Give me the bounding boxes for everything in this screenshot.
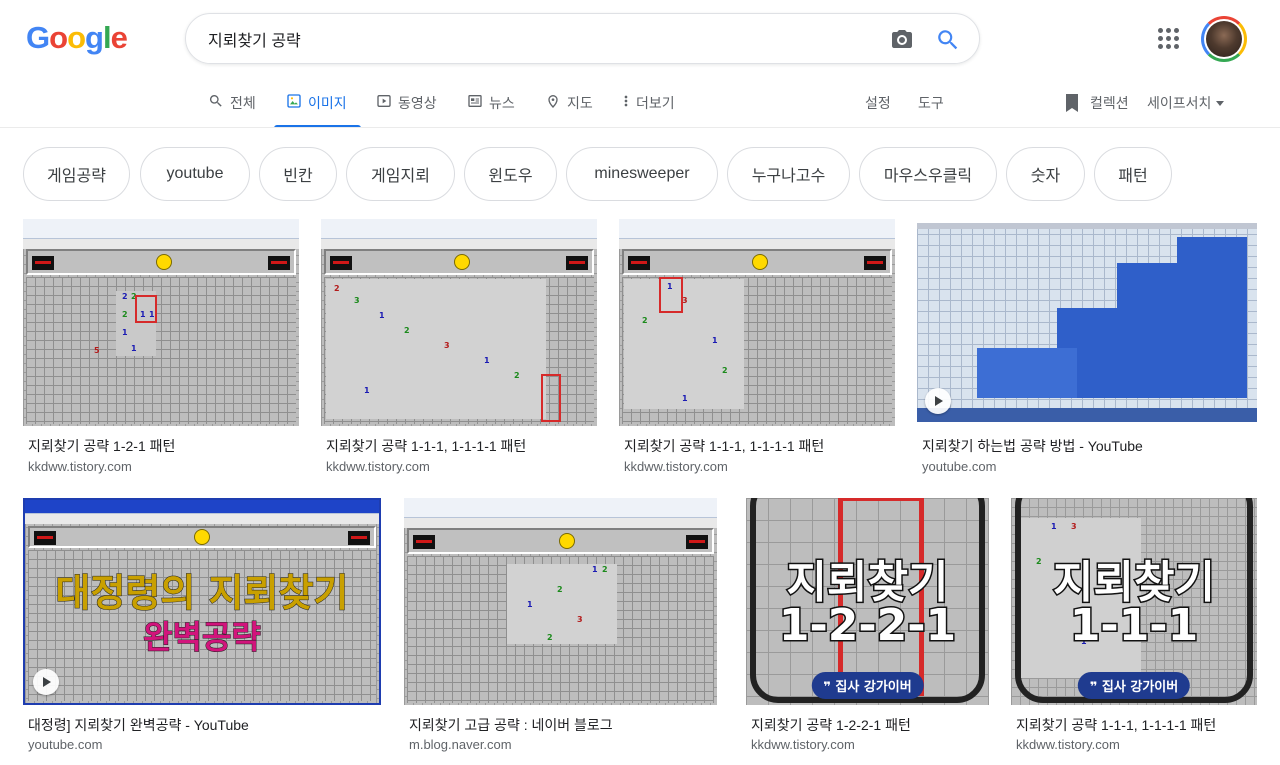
logo-letter: o — [49, 20, 68, 55]
chip[interactable]: 누구나고수 — [727, 147, 850, 201]
chip[interactable]: 숫자 — [1006, 147, 1085, 201]
image-result[interactable]: 12 21 32 지뢰찾기 고급 공략 : 네이버 블로그 m.blog.nav… — [404, 498, 717, 758]
chip[interactable]: 빈칸 — [259, 147, 337, 201]
logo-letter: o — [67, 20, 86, 55]
play-icon — [33, 669, 59, 695]
image-result[interactable]: 대정령의 지뢰찾기 완벽공략 대정령] 지뢰찾기 완벽공략 - YouTube … — [23, 498, 381, 758]
video-icon — [377, 95, 391, 107]
logo-letter: e — [110, 20, 128, 55]
result-title[interactable]: 지뢰찾기 공략 1-2-1 패턴 — [28, 436, 175, 456]
image-icon — [287, 94, 301, 108]
result-title[interactable]: 지뢰찾기 공략 1-2-2-1 패턴 — [751, 715, 911, 735]
camera-icon[interactable] — [889, 27, 915, 51]
settings-link[interactable]: 설정 — [865, 93, 891, 113]
result-source: youtube.com — [28, 737, 103, 752]
play-icon — [925, 388, 951, 414]
search-input[interactable] — [208, 28, 868, 50]
caret-down-icon — [1216, 101, 1225, 106]
chip[interactable]: 패턴 — [1094, 147, 1172, 201]
logo-letter: G — [26, 20, 50, 55]
image-result[interactable]: 지뢰찾기 1-2-2-1 ❞ 집사 강가이버 지뢰찾기 공략 1-2-2-1 패… — [746, 498, 989, 758]
header-divider — [0, 127, 1280, 128]
chip[interactable]: youtube — [140, 147, 250, 201]
safesearch-dropdown[interactable]: 세이프서치 — [1147, 93, 1225, 113]
result-source: kkdww.tistory.com — [751, 737, 855, 752]
google-logo[interactable]: Google — [26, 20, 128, 56]
result-title[interactable]: 지뢰찾기 하는법 공략 방법 - YouTube — [922, 436, 1143, 456]
result-thumbnail[interactable]: 23 12 31 21 — [321, 219, 597, 426]
logo-letter: g — [85, 20, 104, 55]
map-pin-icon — [548, 95, 558, 108]
tab-label: 더보기 — [636, 95, 675, 111]
search-box — [185, 13, 980, 64]
result-thumbnail[interactable]: 13 21 21 — [619, 219, 895, 426]
thumbnail-caption: 1-2-2-1 — [777, 599, 957, 653]
tools-link[interactable]: 도구 — [918, 93, 944, 113]
collections-label: 컬렉션 — [1090, 95, 1129, 111]
tab-maps[interactable]: 지도 — [545, 86, 593, 128]
tab-label: 지도 — [567, 95, 593, 111]
logo-letter: l — [102, 20, 112, 55]
result-source: kkdww.tistory.com — [326, 459, 430, 474]
search-icon — [209, 95, 222, 107]
tab-label: 동영상 — [398, 95, 437, 111]
result-source: kkdww.tistory.com — [28, 459, 132, 474]
result-source: m.blog.naver.com — [409, 737, 512, 752]
tab-label: 뉴스 — [489, 95, 515, 111]
tab-all[interactable]: 전체 — [208, 86, 256, 128]
image-result[interactable]: 23 12 31 21 지뢰찾기 공략 1-1-1, 1-1-1-1 패턴 kk… — [321, 219, 597, 474]
collections-link[interactable]: 컬렉션 — [1064, 93, 1129, 113]
image-result[interactable]: 지뢰찾기 하는법 공략 방법 - YouTube youtube.com — [917, 223, 1257, 474]
result-thumbnail[interactable] — [917, 223, 1257, 422]
chip[interactable]: minesweeper — [566, 147, 718, 201]
thumbnail-caption: 대정령의 지뢰찾기 — [55, 571, 349, 616]
result-title[interactable]: 지뢰찾기 고급 공략 : 네이버 블로그 — [409, 715, 613, 735]
tab-label: 전체 — [230, 95, 256, 111]
news-icon — [468, 95, 482, 107]
result-thumbnail[interactable]: 22 21 11 15 — [23, 219, 299, 426]
result-thumbnail[interactable]: 대정령의 지뢰찾기 완벽공략 — [23, 498, 381, 705]
bookmark-icon — [1066, 94, 1078, 112]
result-title[interactable]: 지뢰찾기 공략 1-1-1, 1-1-1-1 패턴 — [624, 436, 824, 456]
chip[interactable]: 윈도우 — [464, 147, 557, 201]
apps-grid-icon[interactable] — [1158, 28, 1180, 50]
tab-more[interactable]: 더보기 — [622, 86, 675, 128]
brand-pill: ❞ 집사 강가이버 — [811, 672, 924, 699]
chip[interactable]: 게임공략 — [23, 147, 130, 201]
result-thumbnail[interactable]: 지뢰찾기 1-2-2-1 ❞ 집사 강가이버 — [746, 498, 989, 705]
thumbnail-caption: 완벽공략 — [143, 618, 262, 657]
result-source: youtube.com — [922, 459, 997, 474]
avatar[interactable] — [1201, 16, 1247, 62]
brand-pill: ❞ 집사 강가이버 — [1077, 672, 1191, 699]
tab-videos[interactable]: 동영상 — [376, 86, 437, 128]
safesearch-label: 세이프서치 — [1147, 95, 1212, 111]
tab-news[interactable]: 뉴스 — [467, 86, 515, 128]
result-source: kkdww.tistory.com — [1016, 737, 1120, 752]
result-source: kkdww.tistory.com — [624, 459, 728, 474]
result-thumbnail[interactable]: 12 21 32 — [404, 498, 717, 705]
result-title[interactable]: 대정령] 지뢰찾기 완벽공략 - YouTube — [28, 715, 249, 735]
thumbnail-caption: 1-1-1 — [1068, 599, 1199, 653]
image-result[interactable]: 13 21 21 지뢰찾기 공략 1-1-1, 1-1-1-1 패턴 kkdww… — [619, 219, 895, 474]
image-result[interactable]: 13 21 지뢰찾기 1-1-1 ❞ 집사 강가이버 지뢰찾기 공략 1-1-1… — [1011, 498, 1257, 758]
chip[interactable]: 게임지뢰 — [346, 147, 455, 201]
tab-images[interactable]: 이미지 — [274, 86, 361, 128]
image-result[interactable]: 22 21 11 15 지뢰찾기 공략 1-2-1 패턴 kkdww.tisto… — [23, 219, 299, 474]
result-title[interactable]: 지뢰찾기 공략 1-1-1, 1-1-1-1 패턴 — [326, 436, 526, 456]
more-vert-icon — [624, 95, 628, 107]
result-title[interactable]: 지뢰찾기 공략 1-1-1, 1-1-1-1 패턴 — [1016, 715, 1216, 735]
result-thumbnail[interactable]: 13 21 지뢰찾기 1-1-1 ❞ 집사 강가이버 — [1011, 498, 1257, 705]
tab-label: 이미지 — [308, 95, 347, 111]
search-icon[interactable] — [935, 27, 961, 53]
chip[interactable]: 마우스우클릭 — [859, 147, 997, 201]
